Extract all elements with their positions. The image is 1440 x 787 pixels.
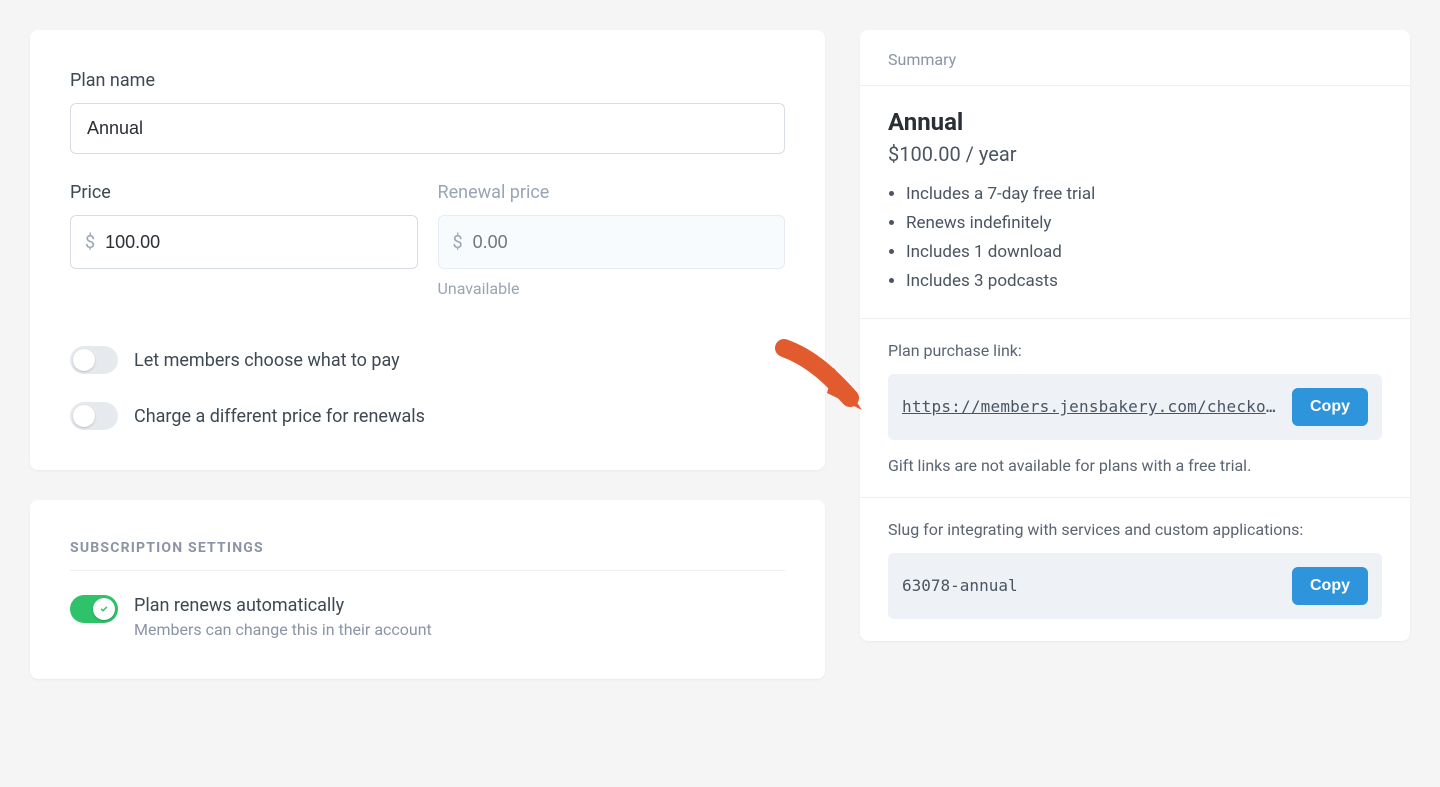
summary-item: Includes 3 podcasts [906,267,1382,296]
renewal-price-label: Renewal price [438,182,786,203]
toggle-different-renewal[interactable] [70,402,118,430]
price-input[interactable] [105,232,416,253]
summary-header: Summary [860,30,1410,86]
plan-card: Plan name Price $ Renewal price $ [30,30,825,470]
renewal-helper: Unavailable [438,279,786,298]
summary-title: Annual [888,108,1382,136]
purchase-link-box: https://members.jensbakery.com/checkout?… [888,374,1382,440]
summary-list: Includes a 7-day free trial Renews indef… [888,180,1382,296]
subscription-card: SUBSCRIPTION SETTINGS Plan renews automa… [30,500,825,679]
toggle-choose-pay-label: Let members choose what to pay [134,350,400,371]
currency-symbol: $ [453,232,463,253]
toggle-auto-renew[interactable] [70,595,118,623]
price-input-wrap: $ [70,215,418,269]
slug-box: 63078-annual Copy [888,553,1382,619]
summary-item: Renews indefinitely [906,209,1382,238]
plan-name-input[interactable] [70,103,785,154]
copy-purchase-link-button[interactable]: Copy [1292,388,1368,426]
currency-symbol: $ [85,232,95,253]
gift-note: Gift links are not available for plans w… [888,456,1382,475]
subscription-header: SUBSCRIPTION SETTINGS [70,540,785,571]
purchase-link-value[interactable]: https://members.jensbakery.com/checkout?… [902,397,1280,416]
renewal-price-input-wrap: $ [438,215,786,269]
toggle-different-renewal-label: Charge a different price for renewals [134,406,425,427]
summary-item: Includes 1 download [906,238,1382,267]
purchase-link-label: Plan purchase link: [888,341,1382,360]
summary-card: Summary Annual $100.00 / year Includes a… [860,30,1410,641]
toggle-choose-pay[interactable] [70,346,118,374]
plan-name-label: Plan name [70,70,785,91]
copy-slug-button[interactable]: Copy [1292,567,1368,605]
auto-renew-title: Plan renews automatically [134,595,432,616]
slug-value[interactable]: 63078-annual [902,576,1280,595]
slug-label: Slug for integrating with services and c… [888,520,1382,539]
auto-renew-sub: Members can change this in their account [134,620,432,639]
summary-item: Includes a 7-day free trial [906,180,1382,209]
price-label: Price [70,182,418,203]
summary-price: $100.00 / year [888,142,1382,166]
check-icon [98,603,110,615]
renewal-price-input [473,232,784,253]
